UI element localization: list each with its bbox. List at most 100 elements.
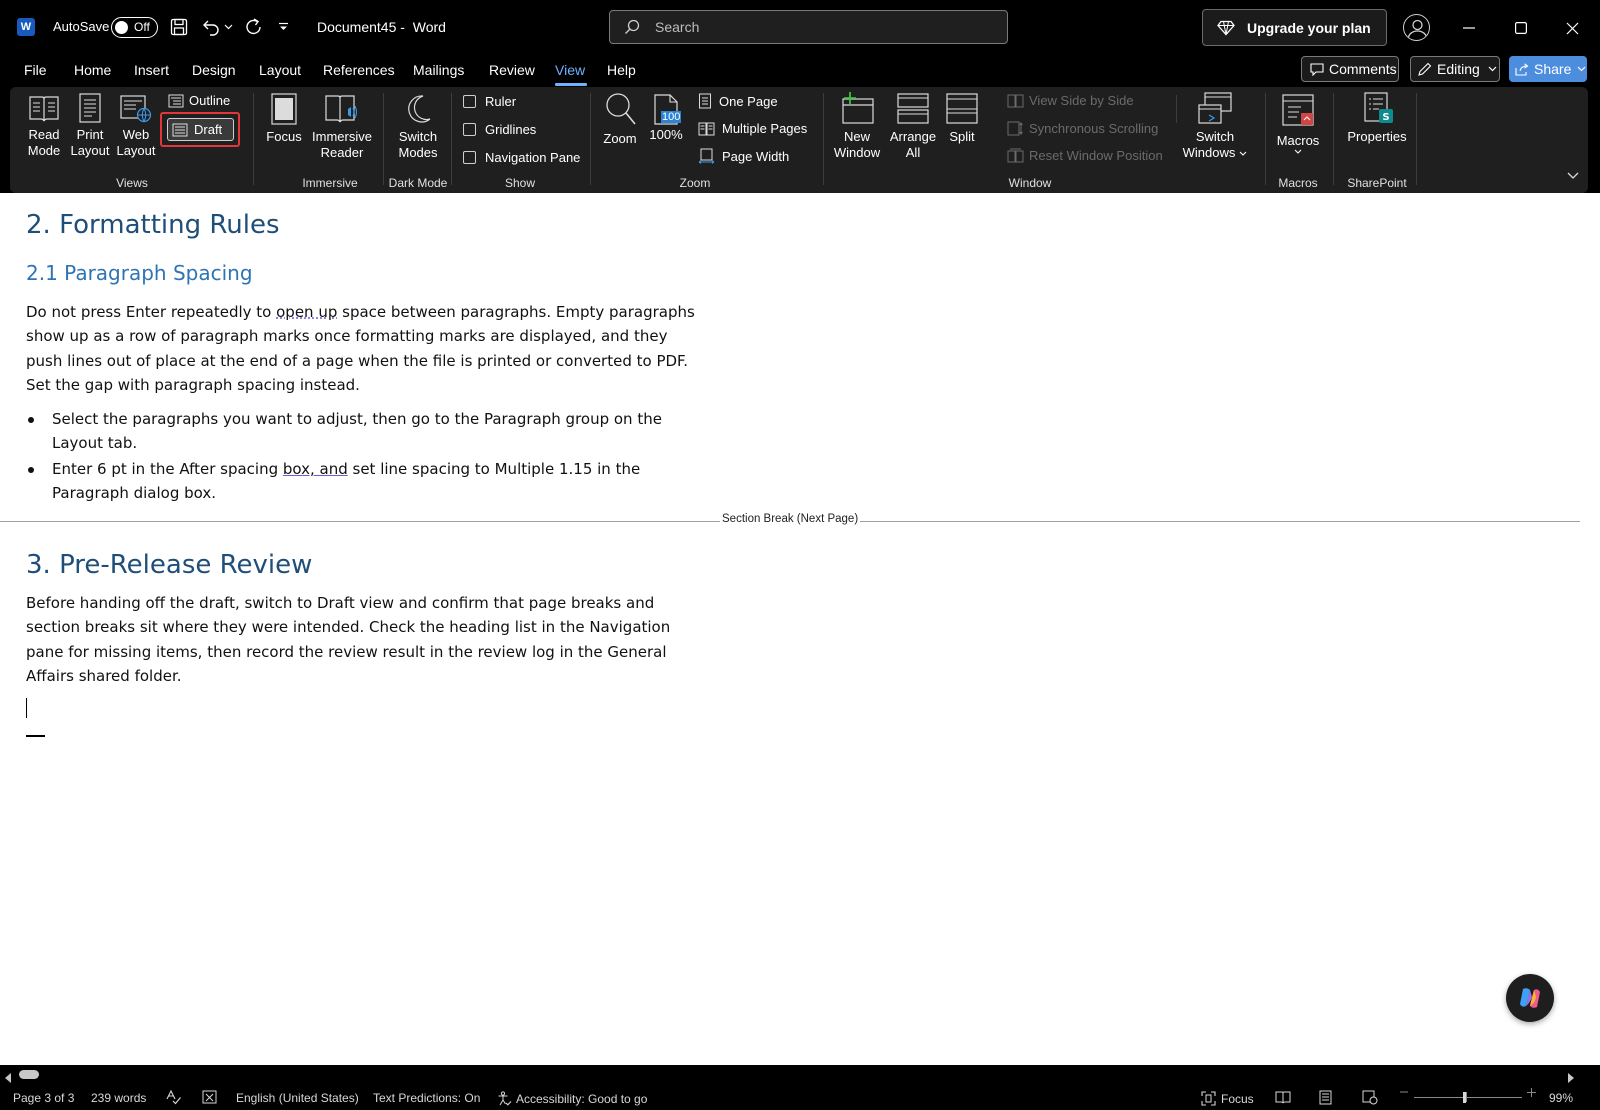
draft-highlight: Draft [160, 112, 240, 147]
macros-icon [1282, 94, 1314, 126]
macro-recording-icon[interactable] [202, 1089, 218, 1105]
tab-file[interactable]: File [24, 62, 47, 78]
undo-icon[interactable] [200, 16, 222, 38]
web-layout-button[interactable]: Web Layout [114, 93, 158, 159]
zoom-100-button[interactable]: 100 100% [646, 91, 686, 143]
zoom-in-button[interactable] [1527, 1088, 1536, 1097]
macros-group-label: Macros [1278, 176, 1318, 190]
document-canvas[interactable]: 2. Formatting Rules 2.1 Paragraph Spacin… [0, 193, 1600, 1065]
split-button[interactable]: Split [942, 91, 982, 145]
search-icon [624, 19, 640, 40]
share-button[interactable]: Share [1509, 56, 1587, 82]
draft-button[interactable]: Draft [167, 118, 234, 141]
zoom-slider-track[interactable] [1414, 1097, 1522, 1098]
chevron-down-icon [1488, 66, 1497, 72]
print-layout-button[interactable]: Print Layout [68, 93, 112, 159]
tab-home[interactable]: Home [74, 62, 111, 78]
switch-windows-button[interactable]: Switch Windows [1180, 91, 1250, 161]
group-separator [823, 93, 824, 185]
navigation-pane-checkbox[interactable]: Navigation Pane [463, 150, 580, 165]
scrollbar-thumb[interactable] [19, 1070, 39, 1079]
ruler-checkbox[interactable]: Ruler [463, 94, 516, 109]
list-item: Select the paragraphs you want to adjust… [26, 407, 696, 456]
comments-button[interactable]: Comments [1301, 56, 1399, 82]
web-layout-view-icon[interactable] [1362, 1090, 1378, 1105]
reset-window-position-button[interactable]: Reset Window Position [1007, 148, 1163, 163]
collapse-ribbon-chevron-icon[interactable] [1567, 167, 1579, 185]
close-icon[interactable] [1558, 14, 1586, 42]
search-input[interactable]: Search [609, 10, 1008, 44]
editing-mode-button[interactable]: Editing [1410, 56, 1500, 82]
tab-design[interactable]: Design [192, 62, 236, 78]
language-indicator[interactable]: English (United States) [236, 1091, 359, 1105]
upgrade-plan-button[interactable]: Upgrade your plan [1202, 9, 1387, 46]
zoom-out-button[interactable] [1400, 1091, 1408, 1093]
zoom-button[interactable]: Zoom [598, 91, 642, 147]
arrange-all-button[interactable]: Arrange All [888, 91, 938, 161]
new-window-button[interactable]: New Window [832, 91, 882, 161]
proofing-icon[interactable] [165, 1089, 182, 1105]
accessibility-icon [498, 1091, 512, 1106]
section-break-line [860, 521, 1580, 522]
customize-qat-icon[interactable] [275, 16, 291, 38]
document-title: Document45 - Word [317, 19, 446, 35]
paragraph-spacing-body: Do not press Enter repeatedly to open up… [26, 303, 695, 394]
macros-button[interactable]: Macros [1272, 93, 1324, 154]
text-predictions-status[interactable]: Text Predictions: On [373, 1091, 480, 1105]
autosave-label: AutoSave [53, 19, 110, 34]
title-bar: W AutoSave Off Document45 - Word Search … [0, 0, 1600, 55]
magnifier-icon [606, 93, 636, 125]
arrange-all-icon [897, 93, 929, 124]
focus-button[interactable]: Focus [262, 93, 306, 145]
group-separator [1265, 93, 1266, 185]
tab-mailings[interactable]: Mailings [413, 62, 464, 78]
comment-icon [1310, 62, 1324, 76]
maximize-icon[interactable] [1507, 14, 1535, 42]
switch-modes-button[interactable]: Switch Modes [391, 93, 445, 161]
account-avatar[interactable] [1403, 14, 1430, 41]
accessibility-status[interactable]: Accessibility: Good to go [497, 1091, 647, 1106]
minimize-icon[interactable] [1455, 14, 1483, 42]
zoom-level[interactable]: 99% [1549, 1091, 1573, 1105]
horizontal-scrollbar[interactable] [0, 1065, 1600, 1085]
view-side-by-side-button[interactable]: View Side by Side [1007, 93, 1134, 108]
immersive-reader-button[interactable]: Immersive Reader [310, 93, 374, 161]
read-mode-view-icon[interactable] [1275, 1090, 1291, 1104]
properties-button[interactable]: S Properties [1342, 91, 1412, 145]
section-break-line [0, 521, 720, 522]
sharepoint-group-label: SharePoint [1347, 176, 1407, 190]
svg-text:S: S [1382, 112, 1389, 123]
undo-dropdown-chevron-icon[interactable] [221, 16, 235, 38]
outline-button[interactable]: Outline [168, 93, 230, 108]
page-count[interactable]: Page 3 of 3 [13, 1091, 74, 1105]
save-icon[interactable] [168, 16, 190, 38]
redo-icon[interactable] [243, 16, 265, 38]
one-page-button[interactable]: One Page [698, 93, 778, 109]
gridlines-checkbox[interactable]: Gridlines [463, 122, 536, 137]
word-count[interactable]: 239 words [91, 1091, 146, 1105]
focus-mode-button[interactable]: Focus [1201, 1091, 1254, 1106]
page-width-button[interactable]: Page Width [698, 148, 789, 164]
side-by-side-icon [1007, 94, 1024, 107]
tab-insert[interactable]: Insert [134, 62, 169, 78]
autosave-toggle[interactable]: Off [111, 17, 158, 38]
zoom-slider-thumb[interactable] [1463, 1092, 1466, 1103]
synchronous-scrolling-button[interactable]: Synchronous Scrolling [1007, 121, 1158, 136]
tab-help[interactable]: Help [607, 62, 636, 78]
heading-pre-release-review: 3. Pre-Release Review [26, 550, 313, 580]
active-tab-indicator [555, 83, 587, 86]
end-of-document-mark [26, 735, 45, 737]
bullet-dot [28, 467, 34, 473]
share-dropdown-chevron-icon[interactable] [1577, 66, 1586, 72]
group-separator [451, 93, 452, 185]
zoom-100-icon: 100 [651, 91, 682, 127]
group-separator [253, 93, 254, 185]
tab-references[interactable]: References [323, 62, 395, 78]
tab-layout[interactable]: Layout [259, 62, 301, 78]
read-mode-button[interactable]: Read Mode [22, 93, 66, 159]
copilot-button[interactable] [1506, 974, 1554, 1022]
tab-review[interactable]: Review [489, 62, 535, 78]
print-layout-view-icon[interactable] [1319, 1090, 1332, 1105]
tab-view[interactable]: View [555, 62, 585, 78]
multiple-pages-button[interactable]: Multiple Pages [698, 121, 807, 136]
